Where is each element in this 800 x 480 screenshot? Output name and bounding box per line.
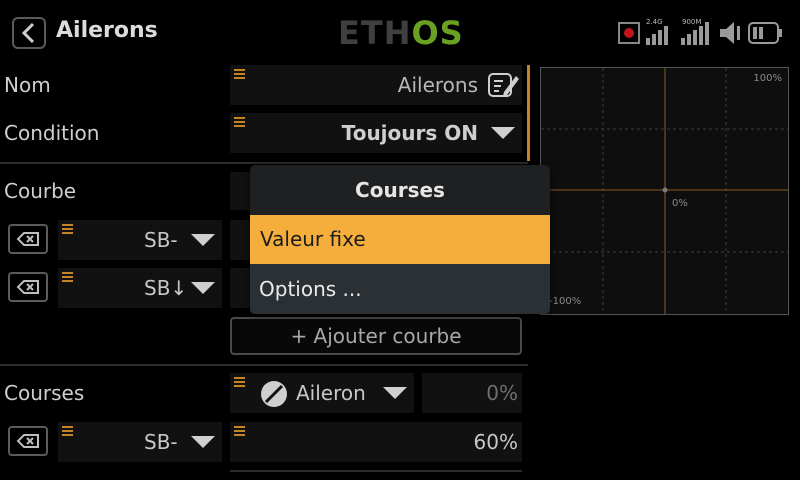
speaker-icon[interactable] <box>718 20 744 46</box>
logo-part-os: OS <box>411 14 464 52</box>
name-value: Ailerons <box>397 73 478 97</box>
name-field[interactable] <box>230 65 522 105</box>
scroll-indicator <box>527 65 530 161</box>
logo-part-eth: ETH <box>338 14 412 52</box>
grip-icon <box>62 224 73 234</box>
curve-field[interactable] <box>230 172 250 210</box>
rf-label-2g4: 2.4G <box>646 18 663 26</box>
battery-icon <box>748 22 782 44</box>
curve-value-field[interactable] <box>230 220 250 260</box>
edit-icon[interactable] <box>486 70 520 100</box>
graph-label-bottom: -100% <box>549 296 582 307</box>
condition-label: Condition <box>4 121 100 145</box>
grip-icon <box>234 377 245 387</box>
source-slash-icon <box>261 381 287 407</box>
add-curve-button[interactable]: + Ajouter courbe <box>230 317 522 355</box>
menu-item-options[interactable]: Options ... <box>250 264 550 314</box>
curve-switch-value: SB- <box>144 228 178 252</box>
curve-graph: 100% 0% -100% <box>540 67 789 315</box>
delete-rate-button[interactable] <box>8 426 48 456</box>
grip-icon <box>62 426 73 436</box>
graph-grid <box>541 68 788 314</box>
grip-icon <box>234 426 245 436</box>
delete-curve-button[interactable] <box>8 224 48 254</box>
record-icon <box>618 22 640 44</box>
page-title: Ailerons <box>56 18 158 43</box>
back-button[interactable] <box>12 17 46 49</box>
chevron-down-icon <box>191 436 215 448</box>
curve-label: Courbe <box>4 179 77 203</box>
divider <box>230 470 522 472</box>
rates-source-value: Aileron <box>296 381 366 405</box>
rate-switch-value: SB- <box>144 430 178 454</box>
divider <box>0 364 528 366</box>
backspace-icon <box>16 280 39 294</box>
chevron-left-icon <box>21 22 35 44</box>
grip-icon <box>234 117 245 127</box>
grip-icon <box>234 69 245 79</box>
graph-point <box>662 187 668 193</box>
backspace-icon <box>16 232 39 246</box>
curve-value-field[interactable] <box>230 268 250 308</box>
rates-label: Courses <box>4 381 85 405</box>
ethos-logo: ETHOS <box>338 14 464 52</box>
graph-label-mid: 0% <box>672 198 688 209</box>
curve-switch-value: SB↓ <box>144 276 188 300</box>
delete-curve-button[interactable] <box>8 272 48 302</box>
chevron-down-icon <box>191 282 215 294</box>
divider <box>0 162 528 164</box>
popup-title: Courses <box>355 178 445 202</box>
chevron-down-icon <box>191 234 215 246</box>
grip-icon <box>62 272 73 282</box>
graph-label-top: 100% <box>753 73 782 84</box>
backspace-icon <box>16 434 39 448</box>
name-label: Nom <box>4 73 51 97</box>
rates-value: 0% <box>486 381 518 405</box>
rate-value: 60% <box>473 430 518 454</box>
menu-item-valeur-fixe[interactable]: Valeur fixe <box>250 215 550 264</box>
courses-popup-menu: Courses Valeur fixe Options ... <box>250 165 550 314</box>
rf-label-900m: 900M <box>682 18 702 26</box>
chevron-down-icon <box>491 127 515 139</box>
chevron-down-icon <box>383 387 407 399</box>
condition-value: Toujours ON <box>341 121 478 145</box>
